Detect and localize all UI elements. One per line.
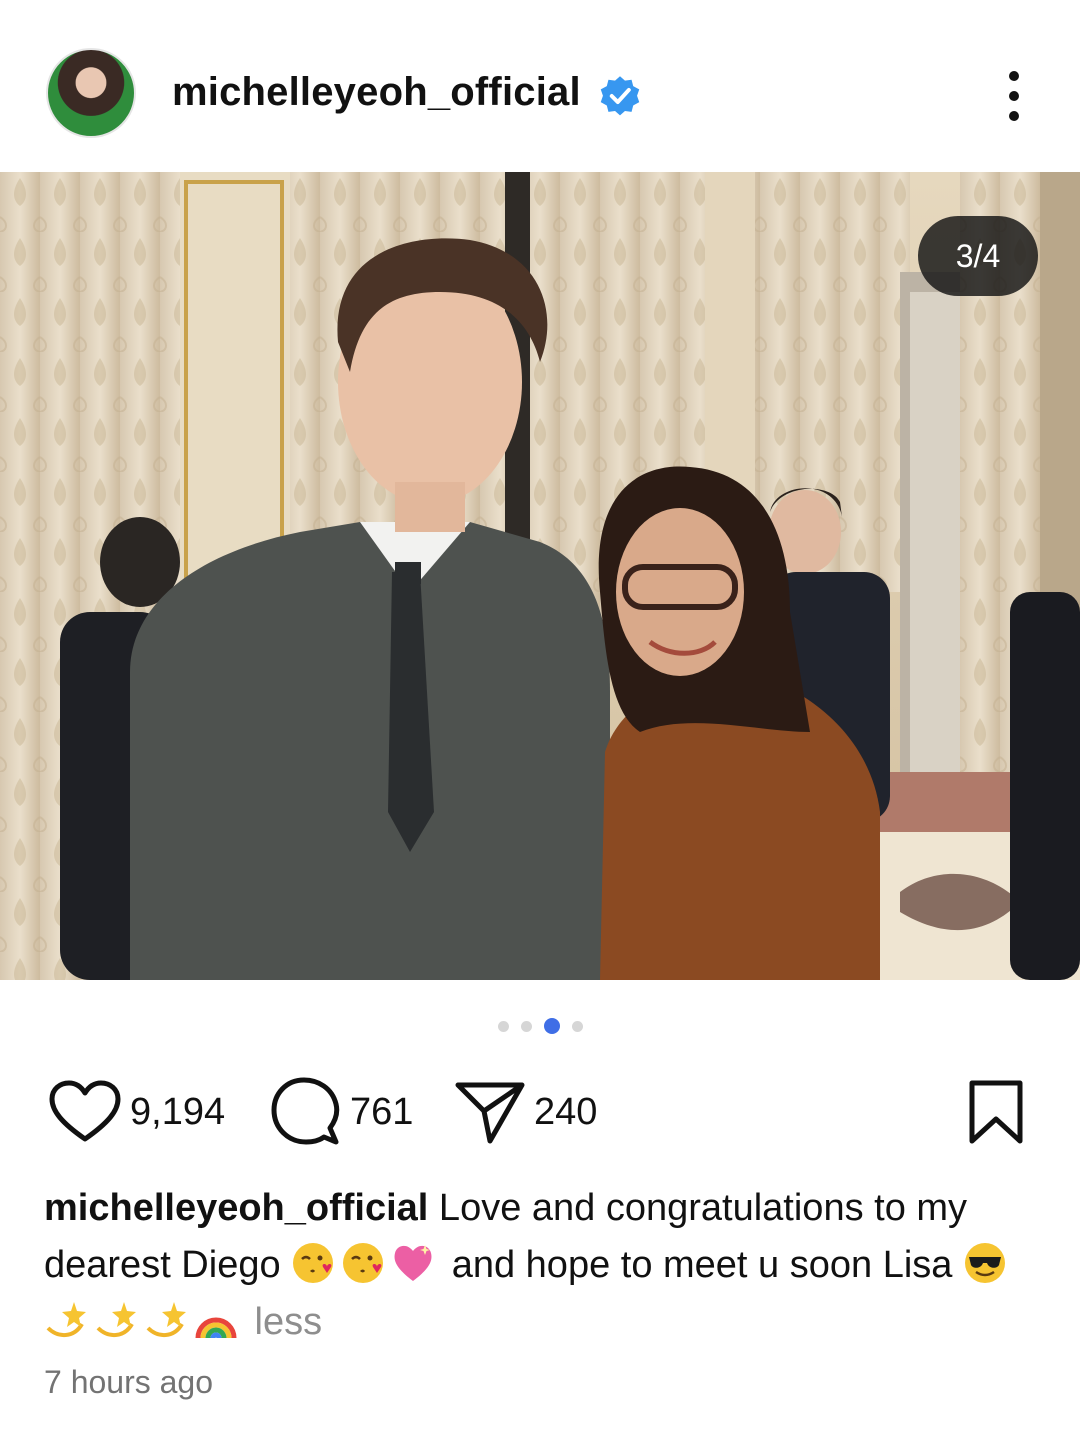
share-action[interactable]: 240 (454, 1076, 597, 1148)
share-count: 240 (534, 1090, 598, 1133)
post-timestamp: 7 hours ago (44, 1364, 214, 1400)
post-caption: michelleyeoh_official Love and congratul… (44, 1180, 1034, 1351)
carousel-counter: 3/4 (918, 216, 1038, 296)
post-header: michelleyeoh_official (0, 0, 1080, 172)
carousel-dot-active (543, 1018, 560, 1034)
dizzy-icon (144, 1298, 188, 1342)
kissing-face-heart-icon (341, 1241, 385, 1285)
heart-icon[interactable] (48, 1079, 122, 1145)
rainbow-icon (194, 1298, 238, 1342)
carousel-indicator (0, 1012, 1080, 1040)
post-actions: 9,194 761 240 (0, 1076, 1080, 1148)
photo-illustration (0, 172, 1080, 980)
verified-badge-icon (600, 76, 640, 116)
post-username[interactable]: michelleyeoh_official (172, 70, 581, 115)
kissing-face-heart-icon (291, 1241, 335, 1285)
comment-bubble-icon[interactable] (270, 1076, 342, 1148)
comment-action[interactable]: 761 (270, 1076, 413, 1148)
carousel-dot (571, 1020, 583, 1032)
sparkling-heart-icon (391, 1241, 435, 1285)
caption-text: and hope to meet u soon Lisa (441, 1244, 963, 1286)
like-action[interactable]: 9,194 (48, 1076, 225, 1148)
save-action[interactable] (966, 1076, 1026, 1148)
smiling-face-sunglasses-icon (963, 1241, 1007, 1285)
caption-less-link[interactable]: less (244, 1301, 323, 1343)
carousel-dot (497, 1020, 509, 1032)
profile-avatar[interactable] (46, 48, 136, 138)
post-photo[interactable] (0, 172, 1080, 980)
caption-username[interactable]: michelleyeoh_official (44, 1187, 428, 1229)
dizzy-icon (44, 1298, 88, 1342)
paper-plane-icon[interactable] (454, 1079, 526, 1145)
dizzy-icon (94, 1298, 138, 1342)
more-vertical-icon[interactable] (990, 66, 1038, 126)
like-count: 9,194 (130, 1090, 226, 1133)
comment-count: 761 (350, 1090, 414, 1133)
bookmark-icon[interactable] (966, 1079, 1026, 1145)
carousel-dot (520, 1020, 532, 1032)
